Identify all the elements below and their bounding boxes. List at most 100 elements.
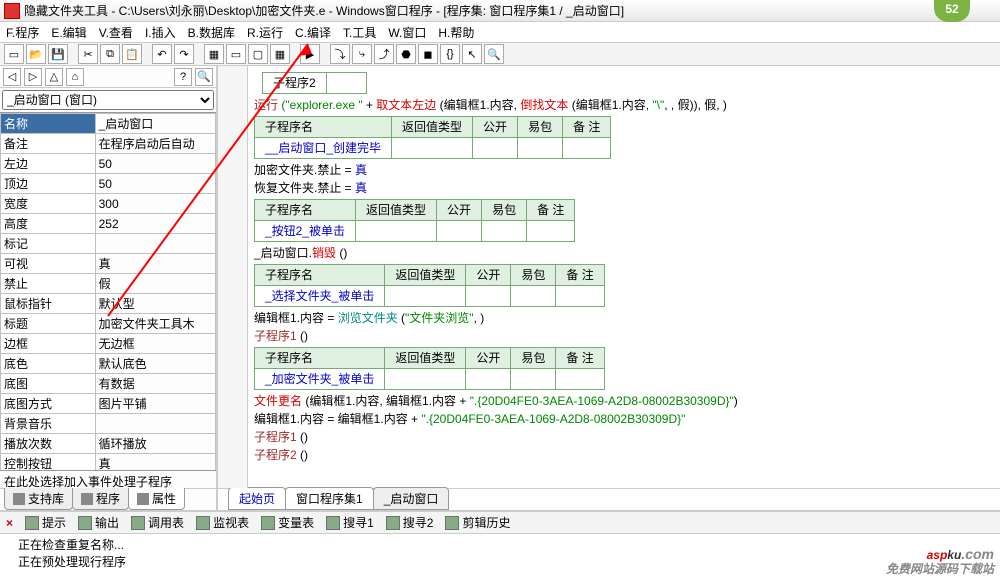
prop-name[interactable]: 顶边 <box>1 174 96 194</box>
stop-icon[interactable]: ◼ <box>418 44 438 64</box>
nav-back-icon[interactable]: ◁ <box>3 68 21 86</box>
prop-value[interactable]: 图片平铺 <box>95 394 215 414</box>
prop-value[interactable]: 默认底色 <box>95 354 215 374</box>
prop-name[interactable]: 标记 <box>1 234 96 254</box>
redo-icon[interactable]: ↷ <box>174 44 194 64</box>
search-icon[interactable]: 🔍 <box>195 68 213 86</box>
prop-value[interactable] <box>95 414 215 434</box>
window-icon[interactable]: ▢ <box>248 44 268 64</box>
prop-value[interactable]: 加密文件夹工具木 <box>95 314 215 334</box>
tab-search2[interactable]: 搜寻2 <box>386 514 434 531</box>
tab-output[interactable]: 输出 <box>78 514 119 531</box>
menu-window[interactable]: W.窗口 <box>388 24 426 41</box>
prop-name[interactable]: 备注 <box>1 134 96 154</box>
tab-hints[interactable]: 提示 <box>25 514 66 531</box>
prop-name[interactable]: 底图 <box>1 374 96 394</box>
prop-name[interactable]: 高度 <box>1 214 96 234</box>
prop-value[interactable]: 50 <box>95 174 215 194</box>
nav-home-icon[interactable]: ⌂ <box>66 68 84 86</box>
paste-icon[interactable]: 📋 <box>122 44 142 64</box>
new-icon[interactable]: ▭ <box>4 44 24 64</box>
db-icon[interactable]: ▦ <box>204 44 224 64</box>
braces-icon[interactable]: {} <box>440 44 460 64</box>
pointer-icon[interactable]: ↖ <box>462 44 482 64</box>
prop-value[interactable] <box>95 234 215 254</box>
tab-window-set[interactable]: 窗口程序集1 <box>285 487 374 510</box>
prop-value[interactable]: 真 <box>95 254 215 274</box>
code-line: 加密文件夹.禁止 = 真 <box>254 161 992 179</box>
tab-watch[interactable]: 监视表 <box>196 514 249 531</box>
menu-database[interactable]: B.数据库 <box>188 24 235 41</box>
close-icon[interactable]: × <box>6 516 13 530</box>
prop-name[interactable]: 底色 <box>1 354 96 374</box>
prop-name[interactable]: 鼠标指针 <box>1 294 96 314</box>
code-canvas[interactable]: 子程序2 运行 ("explorer.exe " + 取文本左边 (编辑框1.内… <box>218 66 1000 488</box>
copy-icon[interactable]: ⧉ <box>100 44 120 64</box>
prop-value[interactable]: 有数据 <box>95 374 215 394</box>
menu-run[interactable]: R.运行 <box>247 24 283 41</box>
prop-name[interactable]: 控制按钮 <box>1 454 96 471</box>
prop-value[interactable]: 在程序启动后自动 <box>95 134 215 154</box>
nav-up-icon[interactable]: △ <box>45 68 63 86</box>
find-icon[interactable]: 🔍 <box>484 44 504 64</box>
tab-support-lib[interactable]: 支持库 <box>4 488 73 510</box>
step-out-icon[interactable]: ⤴ <box>374 44 394 64</box>
prop-name[interactable]: 底图方式 <box>1 394 96 414</box>
prop-name[interactable]: 播放次数 <box>1 434 96 454</box>
grid-icon[interactable]: ▦ <box>270 44 290 64</box>
step-over-icon[interactable]: ⤵ <box>330 44 350 64</box>
form-icon[interactable]: ▭ <box>226 44 246 64</box>
property-grid[interactable]: 名称_启动窗口备注在程序启动后自动左边50顶边50宽度300高度252标记可视真… <box>0 112 216 470</box>
prop-name[interactable]: 背景音乐 <box>1 414 96 434</box>
update-badge[interactable]: 52 <box>934 0 970 22</box>
output-line: 正在检查重复名称... <box>18 536 982 553</box>
object-combo[interactable]: _启动窗口 (窗口) <box>2 90 214 110</box>
nav-fwd-icon[interactable]: ▷ <box>24 68 42 86</box>
undo-icon[interactable]: ↶ <box>152 44 172 64</box>
run-icon[interactable]: ▶ <box>300 44 320 64</box>
prop-value[interactable]: 无边框 <box>95 334 215 354</box>
prop-name[interactable]: 宽度 <box>1 194 96 214</box>
save-icon[interactable]: 💾 <box>48 44 68 64</box>
prop-name[interactable]: 可视 <box>1 254 96 274</box>
prop-name[interactable]: 标题 <box>1 314 96 334</box>
prop-value[interactable]: _启动窗口 <box>95 114 215 134</box>
eye-icon <box>196 516 210 530</box>
prop-value[interactable]: 假 <box>95 274 215 294</box>
tab-call-table[interactable]: 调用表 <box>131 514 184 531</box>
tab-search1[interactable]: 搜寻1 <box>326 514 374 531</box>
prop-name[interactable]: 名称 <box>1 114 96 134</box>
break-icon[interactable]: ⬣ <box>396 44 416 64</box>
left-tabs: 支持库 程序 属性 <box>0 488 216 510</box>
prop-value[interactable]: 循环播放 <box>95 434 215 454</box>
code-line: 子程序2 () <box>254 446 992 464</box>
menu-help[interactable]: H.帮助 <box>438 24 474 41</box>
tab-vars[interactable]: 变量表 <box>261 514 314 531</box>
tab-properties[interactable]: 属性 <box>128 488 185 510</box>
props-icon <box>137 493 149 505</box>
prop-name[interactable]: 禁止 <box>1 274 96 294</box>
tab-clip-history[interactable]: 剪辑历史 <box>445 514 510 531</box>
prop-value[interactable]: 50 <box>95 154 215 174</box>
menu-file[interactable]: F.程序 <box>6 24 39 41</box>
tab-start-window[interactable]: _启动窗口 <box>373 487 450 510</box>
prop-value[interactable]: 默认型 <box>95 294 215 314</box>
tab-program[interactable]: 程序 <box>72 488 129 510</box>
menu-view[interactable]: V.查看 <box>99 24 133 41</box>
code-editor: 子程序2 运行 ("explorer.exe " + 取文本左边 (编辑框1.内… <box>218 66 1000 510</box>
menu-tools[interactable]: T.工具 <box>343 24 376 41</box>
help-icon[interactable]: ? <box>174 68 192 86</box>
tab-start-page[interactable]: 起始页 <box>228 487 286 510</box>
event-selector[interactable]: 在此处选择加入事件处理子程序 <box>0 470 216 488</box>
menu-insert[interactable]: I.插入 <box>145 24 176 41</box>
menu-edit[interactable]: E.编辑 <box>51 24 86 41</box>
menu-compile[interactable]: C.编译 <box>295 24 331 41</box>
prop-value[interactable]: 252 <box>95 214 215 234</box>
step-into-icon[interactable]: ⤷ <box>352 44 372 64</box>
open-icon[interactable]: 📂 <box>26 44 46 64</box>
cut-icon[interactable]: ✂ <box>78 44 98 64</box>
prop-name[interactable]: 左边 <box>1 154 96 174</box>
prop-name[interactable]: 边框 <box>1 334 96 354</box>
prop-value[interactable]: 300 <box>95 194 215 214</box>
prop-value[interactable]: 真 <box>95 454 215 471</box>
